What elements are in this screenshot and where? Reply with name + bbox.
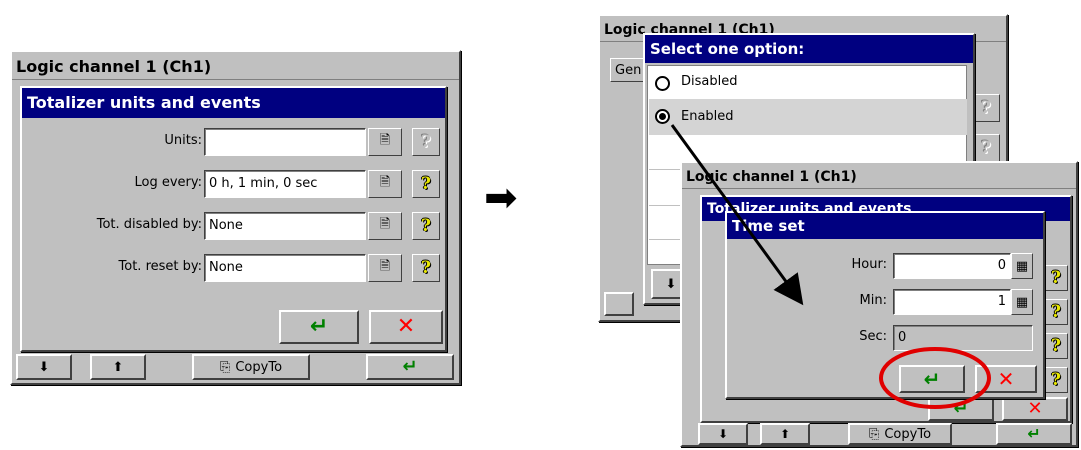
highlight-circle bbox=[879, 347, 991, 409]
annotation-overlay bbox=[670, 124, 991, 409]
pointer-arrow bbox=[670, 124, 804, 306]
